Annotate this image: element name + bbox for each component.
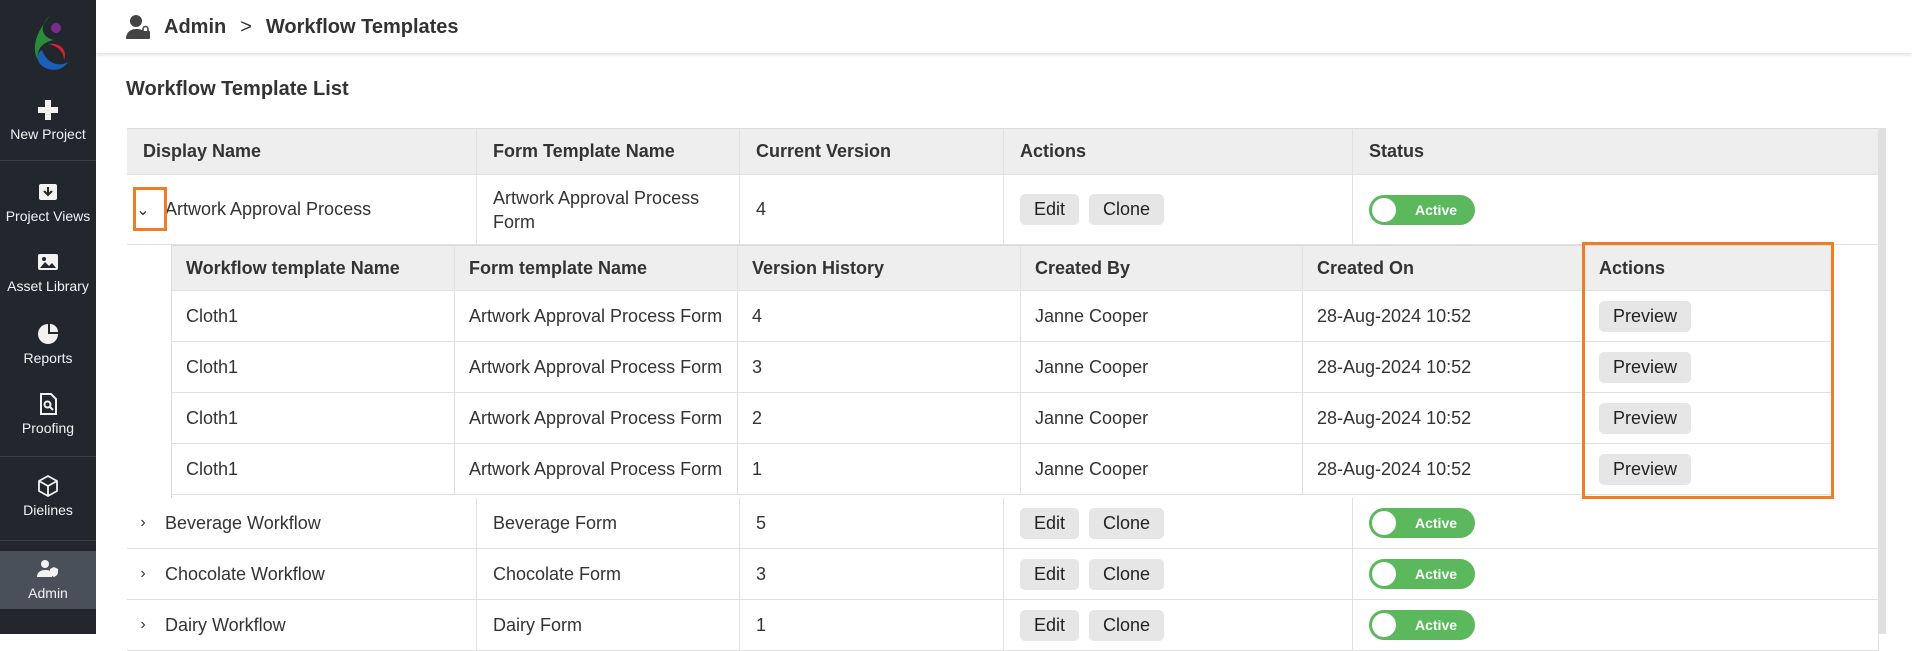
created-by: Janne Cooper	[1021, 291, 1303, 341]
sub-column-header-form-template-name: Form template Name	[455, 246, 738, 290]
breadcrumb: Admin > Workflow Templates	[126, 14, 459, 40]
clone-button[interactable]: Clone	[1089, 507, 1165, 539]
sidebar-item-label: Proofing	[21, 420, 75, 436]
edit-button[interactable]: Edit	[1020, 507, 1080, 539]
column-header-form-template-name[interactable]: Form Template Name	[477, 129, 740, 174]
sub-column-header-workflow-template-name: Workflow template Name	[172, 246, 455, 290]
expand-chevron-icon[interactable]: ›	[135, 514, 151, 532]
created-by: Janne Cooper	[1021, 444, 1303, 494]
status-label: Active	[1415, 617, 1458, 633]
cube-icon	[38, 474, 58, 498]
form-template-name: Artwork Approval Process Form	[455, 291, 738, 341]
status-toggle[interactable]: Active	[1369, 194, 1475, 225]
current-version: 3	[756, 563, 767, 584]
sidebar-item-label: Asset Library	[7, 278, 89, 294]
image-icon	[38, 254, 58, 270]
highlight-actions-column	[1582, 242, 1834, 499]
sidebar: New Project Project Views Asset Library …	[0, 0, 96, 634]
clone-button[interactable]: Clone	[1089, 194, 1165, 225]
created-by: Janne Cooper	[1021, 342, 1303, 392]
display-name: Chocolate Workflow	[165, 563, 325, 584]
display-name: Artwork Approval Process	[165, 199, 372, 219]
created-on: 28-Aug-2024 10:52	[1303, 291, 1585, 341]
status-label: Active	[1415, 566, 1458, 582]
edit-button[interactable]: Edit	[1020, 609, 1080, 641]
breadcrumb-root[interactable]: Admin	[164, 16, 226, 39]
sub-column-header-version-history: Version History	[738, 246, 1021, 290]
current-version: 5	[756, 512, 767, 533]
workflow-template-name: Cloth1	[172, 342, 455, 392]
sidebar-item-label: Project Views	[5, 208, 91, 224]
highlight-expand-toggle	[133, 187, 167, 231]
column-header-current-version[interactable]: Current Version	[740, 129, 1004, 174]
table-header: Display Name Form Template Name Current …	[127, 128, 1879, 175]
version-history: 3	[738, 342, 1021, 392]
table-scrollbar[interactable]	[1878, 128, 1886, 634]
status-toggle[interactable]: Active	[1369, 610, 1475, 640]
download-box-icon	[39, 184, 57, 200]
sidebar-item-new-project[interactable]: New Project	[0, 98, 96, 142]
pie-chart-icon	[38, 324, 58, 344]
form-template-name: Artwork Approval Process Form	[455, 393, 738, 443]
sidebar-item-proofing[interactable]: Proofing	[0, 392, 96, 436]
admin-user-icon	[126, 15, 150, 39]
version-history: 4	[738, 291, 1021, 341]
sub-column-header-created-on: Created On	[1303, 246, 1585, 290]
sidebar-item-label: Reports	[23, 350, 73, 366]
status-toggle[interactable]: Active	[1369, 508, 1475, 538]
status-label: Active	[1415, 515, 1458, 531]
expand-chevron-icon[interactable]: ›	[135, 616, 151, 634]
status-toggle[interactable]: Active	[1369, 559, 1475, 589]
form-template-name: Beverage Form	[493, 512, 618, 533]
form-template-name: Dairy Form	[493, 614, 582, 635]
current-version: 4	[756, 199, 767, 219]
workflow-template-name: Cloth1	[172, 291, 455, 341]
column-header-status[interactable]: Status	[1353, 129, 1879, 174]
column-header-actions: Actions	[1004, 129, 1353, 174]
sub-column-header-created-by: Created By	[1021, 246, 1303, 290]
sidebar-item-admin[interactable]: Admin	[0, 551, 96, 609]
sidebar-item-reports[interactable]: Reports	[0, 322, 96, 366]
sidebar-item-asset-library[interactable]: Asset Library	[0, 250, 96, 294]
created-on: 28-Aug-2024 10:52	[1303, 393, 1585, 443]
version-history: 1	[738, 444, 1021, 494]
breadcrumb-current: Workflow Templates	[265, 15, 459, 38]
workflow-template-name: Cloth1	[172, 393, 455, 443]
created-by: Janne Cooper	[1021, 393, 1303, 443]
created-on: 28-Aug-2024 10:52	[1303, 342, 1585, 392]
document-search-icon	[40, 393, 57, 415]
plus-icon	[38, 100, 58, 120]
page-title: Workflow Template List	[126, 78, 349, 100]
form-template-name: Artwork Approval Process Form	[455, 444, 738, 494]
form-template-name: Chocolate Form	[493, 563, 622, 584]
version-history: 2	[738, 393, 1021, 443]
display-name: Dairy Workflow	[165, 614, 286, 635]
sidebar-item-dielines[interactable]: Dielines	[0, 474, 96, 518]
clone-button[interactable]: Clone	[1089, 609, 1165, 641]
status-label: Active	[1415, 201, 1458, 218]
app-logo-icon[interactable]	[20, 10, 76, 76]
table-row[interactable]: ⌄ Artwork Approval Process Artwork Appro…	[127, 175, 1879, 245]
form-template-name: Artwork Approval Process Form	[455, 342, 738, 392]
sidebar-item-label: Admin	[28, 585, 68, 601]
sidebar-item-project-views[interactable]: Project Views	[0, 180, 96, 224]
clone-button[interactable]: Clone	[1089, 558, 1165, 590]
edit-button[interactable]: Edit	[1020, 194, 1080, 225]
expand-chevron-icon[interactable]: ›	[135, 565, 151, 583]
table-row[interactable]: › Beverage Workflow Beverage Form 5 Edit…	[127, 498, 1879, 549]
breadcrumb-separator: >	[240, 15, 252, 38]
top-bar: Admin > Workflow Templates	[96, 0, 1912, 53]
display-name: Beverage Workflow	[165, 512, 321, 533]
workflow-template-name: Cloth1	[172, 444, 455, 494]
edit-button[interactable]: Edit	[1020, 558, 1080, 590]
table-row[interactable]: › Dairy Workflow Dairy Form 1 Edit Clone…	[127, 600, 1879, 651]
form-template-name: Artwork Approval Process Form	[493, 187, 700, 232]
current-version: 1	[756, 614, 767, 635]
sidebar-item-label: New Project	[10, 126, 86, 142]
column-header-display-name[interactable]: Display Name	[127, 129, 477, 174]
created-on: 28-Aug-2024 10:52	[1303, 444, 1585, 494]
sidebar-item-label: Dielines	[23, 502, 73, 518]
table-row[interactable]: › Chocolate Workflow Chocolate Form 3 Ed…	[127, 549, 1879, 600]
user-shield-icon	[37, 560, 58, 577]
